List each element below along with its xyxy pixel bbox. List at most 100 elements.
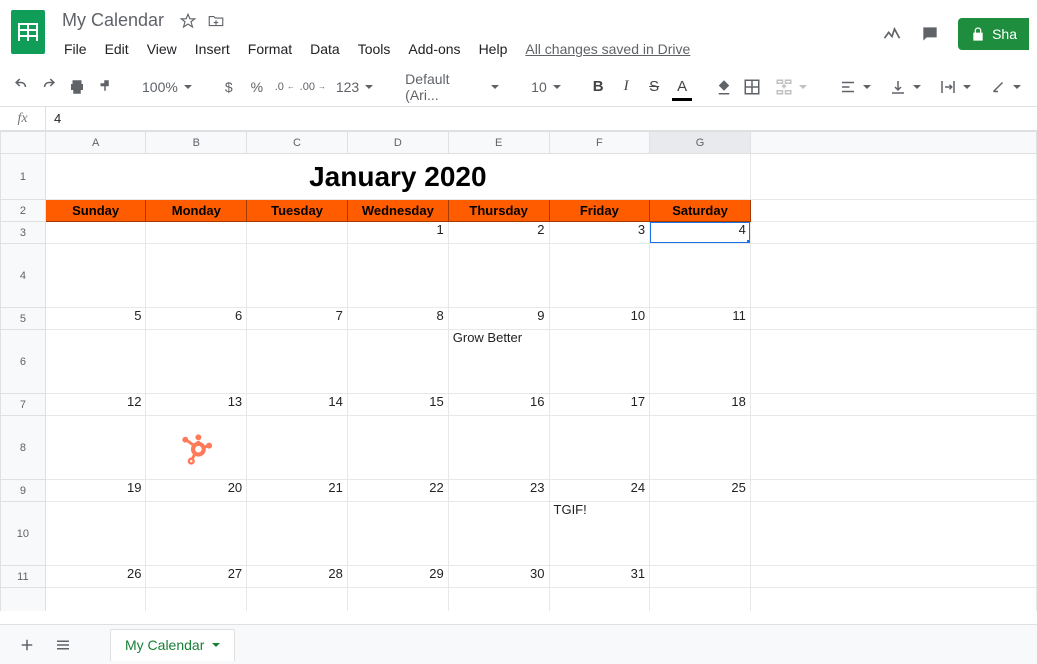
cell[interactable]: 21 bbox=[247, 480, 348, 502]
row-header-5[interactable]: 5 bbox=[1, 308, 46, 330]
row-header-2[interactable]: 2 bbox=[1, 200, 46, 222]
row-header-8[interactable]: 8 bbox=[1, 416, 46, 480]
cell[interactable]: 25 bbox=[650, 480, 751, 502]
cell[interactable] bbox=[146, 330, 247, 394]
cell[interactable]: 23 bbox=[448, 480, 549, 502]
percent-button[interactable]: % bbox=[244, 74, 270, 100]
cell[interactable] bbox=[650, 244, 751, 308]
cell[interactable]: 6 bbox=[146, 308, 247, 330]
corner-select-all[interactable] bbox=[1, 132, 46, 154]
share-button[interactable]: Sha bbox=[958, 18, 1029, 50]
comments-icon[interactable] bbox=[920, 24, 940, 44]
cell-tgif[interactable]: TGIF! bbox=[549, 502, 650, 566]
add-sheet-button[interactable] bbox=[12, 630, 42, 660]
move-folder-icon[interactable] bbox=[206, 11, 226, 31]
formula-input[interactable]: 4 bbox=[46, 111, 1037, 126]
all-sheets-button[interactable] bbox=[48, 630, 78, 660]
cell[interactable] bbox=[750, 308, 1036, 330]
cell[interactable] bbox=[45, 330, 146, 394]
col-header-a[interactable]: A bbox=[45, 132, 146, 154]
col-header-b[interactable]: B bbox=[146, 132, 247, 154]
cell[interactable] bbox=[750, 502, 1036, 566]
menu-data[interactable]: Data bbox=[302, 37, 348, 61]
valign-button[interactable] bbox=[881, 74, 929, 100]
row-header-9[interactable]: 9 bbox=[1, 480, 46, 502]
cell[interactable]: 26 bbox=[45, 566, 146, 588]
cell[interactable]: 31 bbox=[549, 566, 650, 588]
row-header-12[interactable]: 12 bbox=[1, 588, 46, 612]
menu-file[interactable]: File bbox=[56, 37, 95, 61]
cell[interactable] bbox=[347, 588, 448, 612]
row-header-4[interactable]: 4 bbox=[1, 244, 46, 308]
cell[interactable] bbox=[347, 330, 448, 394]
cell[interactable] bbox=[750, 154, 1036, 200]
day-header-saturday[interactable]: Saturday bbox=[650, 200, 751, 222]
menu-insert[interactable]: Insert bbox=[187, 37, 238, 61]
cell[interactable] bbox=[247, 416, 348, 480]
cell[interactable] bbox=[750, 200, 1036, 222]
increase-decimals-button[interactable]: .00 → bbox=[300, 74, 326, 100]
cell[interactable]: 7 bbox=[247, 308, 348, 330]
currency-button[interactable]: $ bbox=[216, 74, 242, 100]
cell[interactable] bbox=[247, 502, 348, 566]
sheets-logo[interactable] bbox=[8, 12, 48, 52]
sheet-tab-my-calendar[interactable]: My Calendar bbox=[110, 629, 235, 661]
cell[interactable]: 12 bbox=[45, 394, 146, 416]
cell[interactable] bbox=[45, 244, 146, 308]
cell[interactable] bbox=[650, 588, 751, 612]
cell[interactable] bbox=[247, 330, 348, 394]
paint-format-button[interactable] bbox=[92, 74, 118, 100]
cell[interactable] bbox=[750, 330, 1036, 394]
cell[interactable]: 1 bbox=[347, 222, 448, 244]
cell[interactable] bbox=[549, 588, 650, 612]
col-header-rest[interactable] bbox=[750, 132, 1036, 154]
cell[interactable] bbox=[146, 244, 247, 308]
day-header-monday[interactable]: Monday bbox=[146, 200, 247, 222]
cell[interactable] bbox=[45, 502, 146, 566]
day-header-sunday[interactable]: Sunday bbox=[45, 200, 146, 222]
row-header-3[interactable]: 3 bbox=[1, 222, 46, 244]
cell[interactable] bbox=[45, 588, 146, 612]
menu-help[interactable]: Help bbox=[471, 37, 516, 61]
menu-format[interactable]: Format bbox=[240, 37, 300, 61]
cell[interactable]: 8 bbox=[347, 308, 448, 330]
doc-title[interactable]: My Calendar bbox=[56, 8, 170, 33]
day-header-thursday[interactable]: Thursday bbox=[448, 200, 549, 222]
menu-view[interactable]: View bbox=[139, 37, 185, 61]
cell[interactable] bbox=[247, 222, 348, 244]
row-header-10[interactable]: 10 bbox=[1, 502, 46, 566]
cell[interactable] bbox=[347, 244, 448, 308]
cell[interactable] bbox=[247, 244, 348, 308]
menu-edit[interactable]: Edit bbox=[97, 37, 137, 61]
cell[interactable]: 30 bbox=[448, 566, 549, 588]
cell[interactable] bbox=[750, 222, 1036, 244]
cell[interactable]: 5 bbox=[45, 308, 146, 330]
cell[interactable] bbox=[750, 394, 1036, 416]
cell[interactable] bbox=[45, 222, 146, 244]
cell[interactable]: 15 bbox=[347, 394, 448, 416]
cell[interactable] bbox=[650, 566, 751, 588]
cell[interactable] bbox=[448, 502, 549, 566]
col-header-f[interactable]: F bbox=[549, 132, 650, 154]
cell[interactable] bbox=[549, 330, 650, 394]
cell[interactable] bbox=[750, 416, 1036, 480]
menu-tools[interactable]: Tools bbox=[350, 37, 399, 61]
calendar-title-cell[interactable]: January 2020 bbox=[45, 154, 750, 200]
cell[interactable] bbox=[448, 416, 549, 480]
rotate-button[interactable] bbox=[981, 74, 1029, 100]
font-size-dropdown[interactable]: 10 bbox=[523, 74, 569, 100]
row-header-11[interactable]: 11 bbox=[1, 566, 46, 588]
save-status[interactable]: All changes saved in Drive bbox=[525, 41, 690, 57]
star-icon[interactable] bbox=[178, 11, 198, 31]
redo-button[interactable] bbox=[36, 74, 62, 100]
day-header-friday[interactable]: Friday bbox=[549, 200, 650, 222]
cell[interactable]: 18 bbox=[650, 394, 751, 416]
cell[interactable] bbox=[750, 244, 1036, 308]
decrease-decimals-button[interactable]: .0 ← bbox=[272, 74, 298, 100]
cell[interactable]: 29 bbox=[347, 566, 448, 588]
text-color-button[interactable]: A bbox=[669, 74, 695, 100]
cell[interactable] bbox=[650, 330, 751, 394]
halign-button[interactable] bbox=[831, 74, 879, 100]
day-header-wednesday[interactable]: Wednesday bbox=[347, 200, 448, 222]
cell[interactable] bbox=[448, 588, 549, 612]
